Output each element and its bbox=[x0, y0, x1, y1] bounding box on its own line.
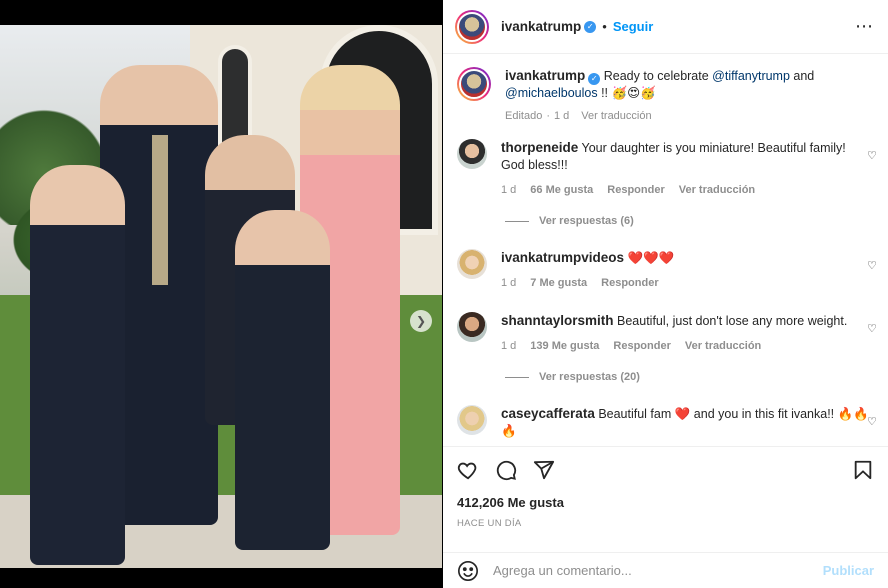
comment-item: caseycafferata Beautiful fam ❤️ and you … bbox=[443, 405, 888, 440]
next-photo-button[interactable]: ❯ bbox=[410, 310, 432, 332]
comment-text: thorpeneide Your daughter is you miniatu… bbox=[501, 139, 872, 174]
comment-body: ivankatrumpvideos ❤️❤️❤️ 1 d 7 Me gusta … bbox=[501, 249, 872, 292]
meta-dot: · bbox=[546, 110, 550, 122]
emoji-icon[interactable] bbox=[457, 560, 479, 582]
comment-body: shanntaylorsmith Beautiful, just don't l… bbox=[501, 312, 872, 355]
edited-label: Editado bbox=[505, 110, 543, 122]
follow-button[interactable]: Seguir bbox=[613, 19, 653, 34]
post-photo[interactable]: ❯ bbox=[0, 25, 442, 568]
caption-text-part: and bbox=[789, 69, 815, 83]
comment-likes[interactable]: 7 Me gusta bbox=[530, 275, 587, 292]
comment-body: thorpeneide Your daughter is you miniatu… bbox=[501, 139, 872, 199]
translate-link[interactable]: Ver traducción bbox=[581, 108, 651, 125]
replies-line bbox=[505, 376, 529, 378]
comment-text: caseycafferata Beautiful fam ❤️ and you … bbox=[501, 405, 872, 440]
post-time: HACE UN DÍA bbox=[457, 518, 522, 529]
heart-emoji: ❤️ bbox=[674, 407, 691, 421]
caption-text: ivankatrump ✓ Ready to celebrate @tiffany… bbox=[505, 67, 872, 102]
verified-badge-icon: ✓ bbox=[588, 72, 601, 85]
translate-link[interactable]: Ver traducción bbox=[685, 338, 761, 355]
avatar[interactable] bbox=[455, 9, 489, 44]
post-actions: 412,206 Me gusta HACE UN DÍA bbox=[443, 446, 888, 529]
comment-username[interactable]: shanntaylorsmith bbox=[501, 313, 614, 328]
comment-item: ivankatrumpvideos ❤️❤️❤️ 1 d 7 Me gusta … bbox=[443, 249, 888, 292]
like-comment-heart-icon[interactable]: ♡ bbox=[867, 415, 878, 428]
comment-text-content: Beautiful, just don't lose any more weig… bbox=[617, 314, 848, 328]
more-options-icon[interactable]: ⋯ bbox=[855, 16, 874, 37]
like-comment-heart-icon[interactable]: ♡ bbox=[867, 149, 878, 162]
comment-username[interactable]: thorpeneide bbox=[501, 140, 578, 155]
avatar[interactable] bbox=[457, 249, 487, 279]
header-username[interactable]: ivankatrump bbox=[501, 19, 581, 34]
comment-meta: 1 d 139 Me gusta Responder Ver traducció… bbox=[501, 338, 872, 355]
comment-username[interactable]: caseycafferata bbox=[501, 406, 595, 421]
caption-time: 1 d bbox=[553, 110, 570, 122]
caption-text-part: !! 🥳😍🥳 bbox=[597, 86, 656, 100]
view-replies-label: Ver respuestas (6) bbox=[539, 215, 634, 227]
avatar-image bbox=[457, 11, 487, 42]
save-bookmark-icon[interactable] bbox=[852, 459, 874, 481]
like-comment-heart-icon[interactable]: ♡ bbox=[867, 259, 878, 272]
caption-meta: Editado · 1 d Ver traducción bbox=[505, 108, 872, 125]
comment-likes[interactable]: 66 Me gusta bbox=[530, 182, 593, 199]
action-icons bbox=[457, 459, 874, 481]
comment-composer: Agrega un comentario... Publicar bbox=[443, 552, 888, 588]
comment-text: ivankatrumpvideos ❤️❤️❤️ bbox=[501, 249, 872, 267]
share-icon[interactable] bbox=[533, 459, 555, 481]
photo-tie bbox=[152, 135, 168, 285]
avatar[interactable] bbox=[457, 312, 487, 342]
comment-icon[interactable] bbox=[495, 459, 517, 481]
likes-count[interactable]: 412,206 Me gusta bbox=[457, 495, 874, 510]
comment-username[interactable]: ivankatrumpvideos bbox=[501, 250, 624, 265]
avatar[interactable] bbox=[457, 67, 491, 101]
avatar-image bbox=[457, 312, 487, 342]
comment-time: 1 d bbox=[501, 184, 517, 196]
view-replies-button[interactable]: Ver respuestas (6) bbox=[505, 215, 888, 227]
comment-input[interactable]: Agrega un comentario... bbox=[493, 563, 823, 578]
comment-body: caseycafferata Beautiful fam ❤️ and you … bbox=[501, 405, 872, 440]
hearts-emoji: ❤️❤️❤️ bbox=[627, 251, 675, 265]
caption-text-part: Ready to celebrate bbox=[600, 69, 713, 83]
post-comment-button[interactable]: Publicar bbox=[823, 563, 874, 578]
comment-time: 1 d bbox=[501, 277, 517, 289]
avatar[interactable] bbox=[457, 139, 487, 169]
comment-item: thorpeneide Your daughter is you miniatu… bbox=[443, 139, 888, 199]
comment-meta: 1 d 66 Me gusta Responder Ver traducción bbox=[501, 182, 872, 199]
comment-likes[interactable]: 139 Me gusta bbox=[530, 338, 599, 355]
instagram-post-view: ❯ ivankatrump ✓ • Seguir ⋯ ivankatrump ✓ … bbox=[0, 0, 888, 588]
caption-username[interactable]: ivankatrump bbox=[505, 68, 585, 83]
post-header: ivankatrump ✓ • Seguir ⋯ bbox=[443, 0, 888, 54]
verified-badge-icon: ✓ bbox=[584, 20, 597, 33]
chevron-right-icon: ❯ bbox=[415, 314, 427, 328]
comment-time: 1 d bbox=[501, 340, 517, 352]
view-replies-button[interactable]: Ver respuestas (20) bbox=[505, 371, 888, 383]
avatar[interactable] bbox=[457, 405, 487, 435]
comment-text: shanntaylorsmith Beautiful, just don't l… bbox=[501, 312, 872, 330]
reply-button[interactable]: Responder bbox=[607, 182, 664, 199]
header-separator: • bbox=[602, 19, 607, 34]
photo-person-boy-left bbox=[30, 165, 125, 565]
like-comment-heart-icon[interactable]: ♡ bbox=[867, 322, 878, 335]
reply-button[interactable]: Responder bbox=[613, 338, 670, 355]
caption-body: ivankatrump ✓ Ready to celebrate @tiffany… bbox=[505, 67, 872, 125]
avatar-image bbox=[459, 69, 489, 99]
translate-link[interactable]: Ver traducción bbox=[679, 182, 755, 199]
view-replies-label: Ver respuestas (20) bbox=[539, 371, 640, 383]
comments-list[interactable]: ivankatrump ✓ Ready to celebrate @tiffany… bbox=[443, 55, 888, 443]
heart-icon[interactable] bbox=[457, 459, 479, 481]
mention-link[interactable]: @michaelboulos bbox=[505, 86, 598, 100]
avatar-image bbox=[457, 405, 487, 435]
mention-link[interactable]: @tiffanytrump bbox=[712, 69, 790, 83]
caption: ivankatrump ✓ Ready to celebrate @tiffany… bbox=[443, 55, 888, 125]
comment-text-content: Beautiful fam bbox=[598, 407, 675, 421]
replies-line bbox=[505, 220, 529, 222]
post-side-panel: ivankatrump ✓ • Seguir ⋯ ivankatrump ✓ Re… bbox=[443, 0, 888, 588]
avatar-image bbox=[457, 139, 487, 169]
photo-person-boy-center bbox=[235, 210, 330, 550]
comment-meta: 1 d 7 Me gusta Responder bbox=[501, 275, 872, 292]
comment-item: shanntaylorsmith Beautiful, just don't l… bbox=[443, 312, 888, 355]
avatar-image bbox=[457, 249, 487, 279]
reply-button[interactable]: Responder bbox=[601, 275, 658, 292]
